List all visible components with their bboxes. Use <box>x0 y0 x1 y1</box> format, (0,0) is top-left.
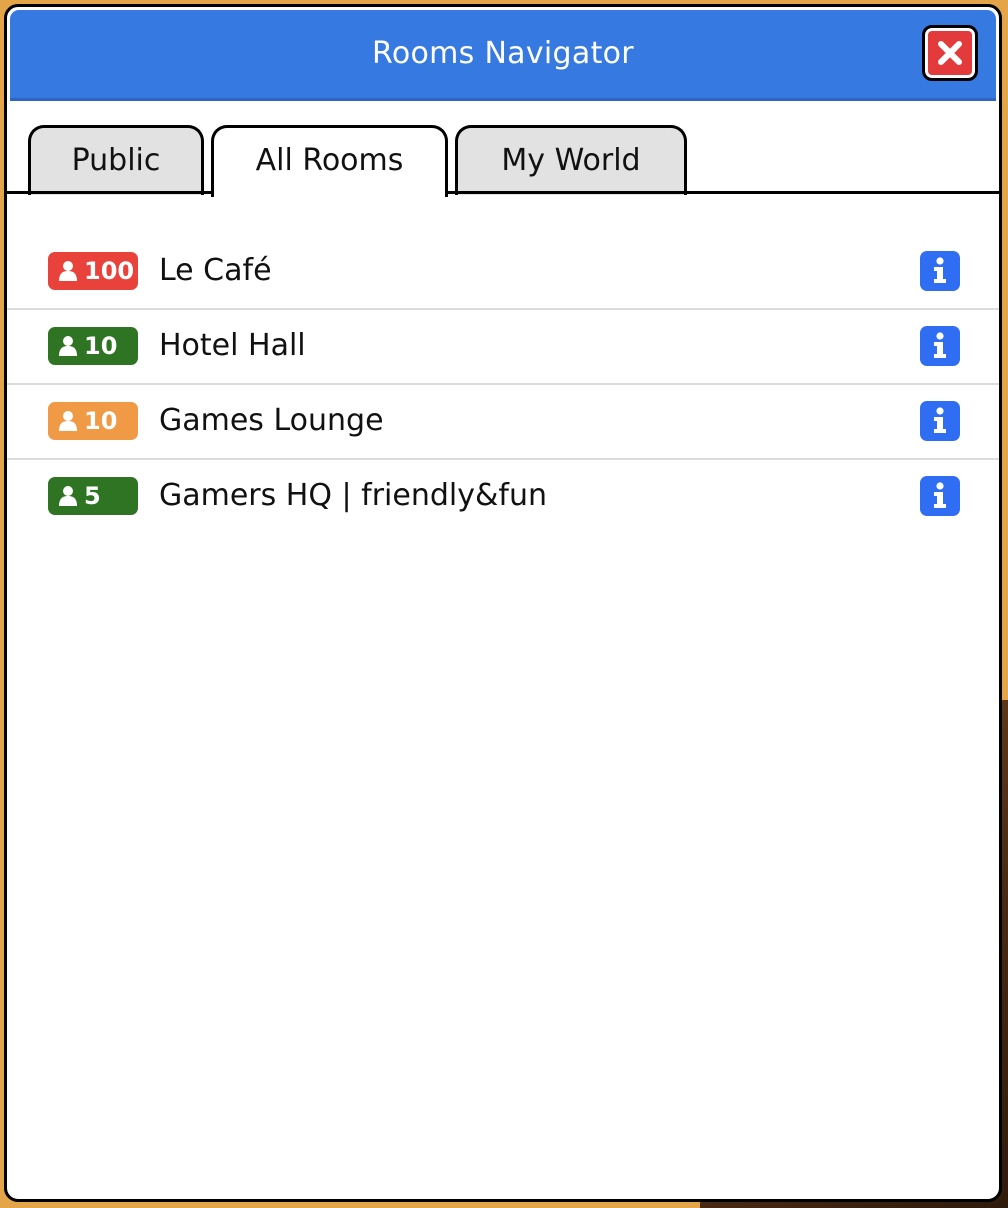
user-count-badge: 100 <box>48 252 138 290</box>
room-info-button[interactable] <box>920 326 960 366</box>
info-icon <box>934 332 946 358</box>
person-icon <box>59 411 77 431</box>
tab-my-world[interactable]: My World <box>455 125 687 195</box>
info-icon <box>934 407 946 433</box>
user-count: 10 <box>84 407 118 435</box>
tab-divider <box>7 191 999 194</box>
room-name: Hotel Hall <box>159 328 306 363</box>
room-row-gamers-hq[interactable]: 5 Gamers HQ | friendly&fun <box>7 460 999 533</box>
room-info-button[interactable] <box>920 251 960 291</box>
room-row-hotel-hall[interactable]: 10 Hotel Hall <box>7 310 999 385</box>
person-icon <box>59 261 77 281</box>
user-count: 10 <box>84 332 118 360</box>
window-titlebar[interactable]: Rooms Navigator <box>10 10 996 101</box>
info-icon <box>934 257 946 283</box>
user-count-badge: 5 <box>48 477 138 515</box>
room-list: 100 Le Café 10 Hotel Hall 10 Games Loung… <box>7 235 999 533</box>
room-name: Games Lounge <box>159 403 384 438</box>
user-count: 100 <box>84 257 135 285</box>
tab-all-rooms[interactable]: All Rooms <box>211 125 448 197</box>
tab-public[interactable]: Public <box>28 125 204 195</box>
user-count: 5 <box>84 482 101 510</box>
room-name: Gamers HQ | friendly&fun <box>159 478 547 513</box>
room-info-button[interactable] <box>920 476 960 516</box>
room-name: Le Café <box>159 253 272 288</box>
user-count-badge: 10 <box>48 327 138 365</box>
window-title: Rooms Navigator <box>372 36 634 71</box>
info-icon <box>934 482 946 508</box>
close-button[interactable] <box>922 25 978 81</box>
person-icon <box>59 336 77 356</box>
room-row-games-lounge[interactable]: 10 Games Lounge <box>7 385 999 460</box>
close-icon <box>938 41 962 65</box>
tab-bar: Public All Rooms My World <box>7 125 999 197</box>
room-info-button[interactable] <box>920 401 960 441</box>
person-icon <box>59 486 77 506</box>
user-count-badge: 10 <box>48 402 138 440</box>
room-row-le-cafe[interactable]: 100 Le Café <box>7 235 999 310</box>
rooms-navigator-window: Rooms Navigator Public All Rooms My Worl… <box>4 4 1002 1202</box>
